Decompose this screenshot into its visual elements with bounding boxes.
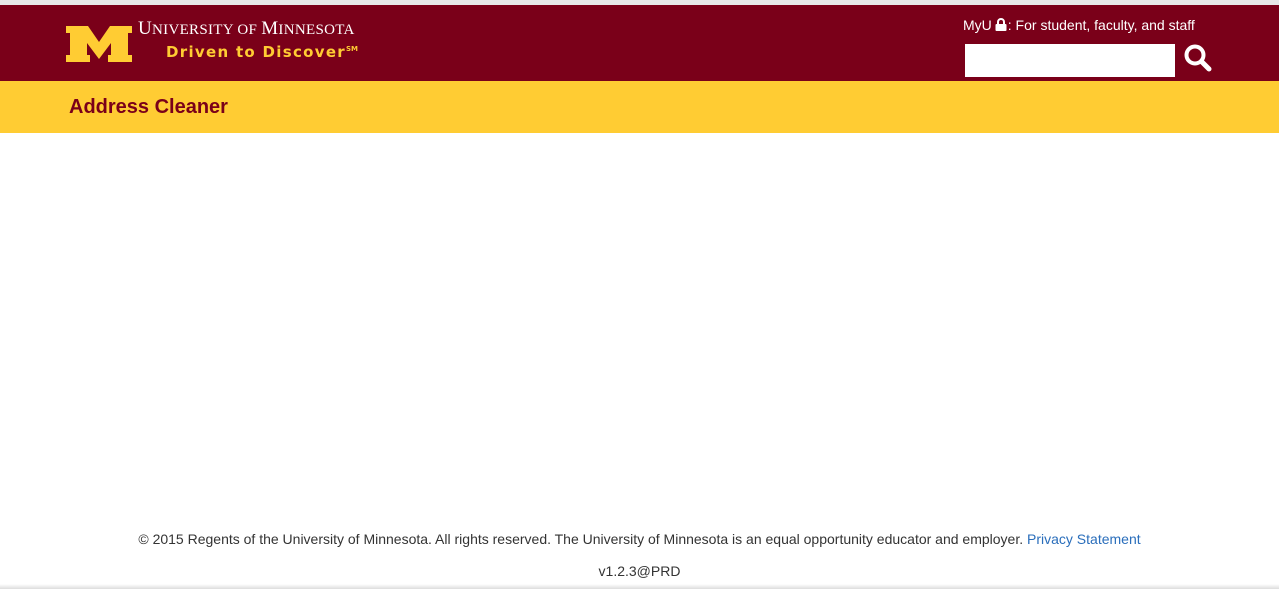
wordmark-initial-m: M [261, 18, 279, 39]
tagline: Driven to DiscoverSM [166, 43, 358, 61]
myu-label: MyU [963, 17, 992, 33]
search-input[interactable] [965, 44, 1175, 77]
wordmark-rest-1: NIVERSITY OF [152, 22, 262, 38]
lock-icon [995, 18, 1007, 31]
site-header: UNIVERSITY OF MINNESOTA Driven to Discov… [0, 5, 1279, 81]
privacy-statement-link[interactable]: Privacy Statement [1027, 531, 1141, 547]
wordmark-initial-u: U [138, 18, 153, 39]
version-label: v1.2.3@PRD [598, 563, 681, 579]
bottom-edge [0, 584, 1279, 589]
page-title[interactable]: Address Cleaner [69, 96, 228, 119]
search-button[interactable] [1182, 43, 1214, 75]
copyright-text: © 2015 Regents of the University of Minn… [138, 531, 1024, 547]
tagline-text: Driven to Discover [166, 43, 347, 61]
myu-link[interactable]: MyU : For student, faculty, and staff [963, 17, 1195, 33]
service-mark: SM [346, 45, 359, 53]
block-m-logo[interactable] [66, 26, 132, 62]
title-bar: Address Cleaner [0, 81, 1279, 133]
wordmark-rest-2: INNESOTA [278, 22, 355, 38]
myu-audience: : For student, faculty, and staff [1007, 17, 1195, 33]
search-icon [1184, 44, 1212, 72]
university-wordmark[interactable]: UNIVERSITY OF MINNESOTA [138, 18, 355, 40]
footer-copyright: © 2015 Regents of the University of Minn… [0, 531, 1279, 547]
